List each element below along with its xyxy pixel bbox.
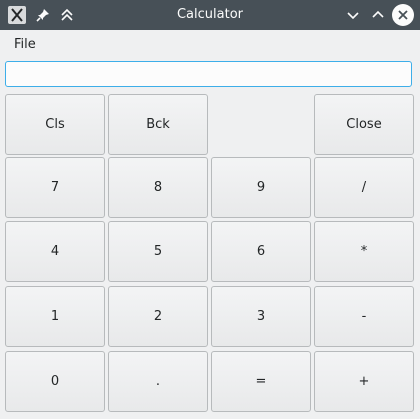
digit-2-button[interactable]: 2 xyxy=(108,286,208,347)
subtract-button[interactable]: - xyxy=(314,286,414,347)
digit-0-button[interactable]: 0 xyxy=(5,351,105,412)
clear-button[interactable]: Cls xyxy=(5,94,105,155)
menu-file[interactable]: File xyxy=(14,37,36,52)
backspace-button[interactable]: Bck xyxy=(108,94,208,155)
minimize-icon[interactable] xyxy=(343,5,363,25)
menu-bar: File xyxy=(0,30,420,58)
digit-1-button[interactable]: 1 xyxy=(5,286,105,347)
multiply-button[interactable]: * xyxy=(314,221,414,282)
add-button[interactable]: + xyxy=(314,351,414,412)
digit-7-button[interactable]: 7 xyxy=(5,157,105,218)
digit-8-button[interactable]: 8 xyxy=(108,157,208,218)
equals-button[interactable]: = xyxy=(211,351,311,412)
divide-button[interactable]: / xyxy=(314,157,414,218)
decimal-button[interactable]: . xyxy=(108,351,208,412)
window-titlebar[interactable]: Calculator xyxy=(0,0,420,30)
close-window-icon[interactable] xyxy=(392,4,414,26)
digit-5-button[interactable]: 5 xyxy=(108,221,208,282)
close-button[interactable]: Close xyxy=(314,94,414,155)
digit-3-button[interactable]: 3 xyxy=(211,286,311,347)
digit-6-button[interactable]: 6 xyxy=(211,221,311,282)
maximize-icon[interactable] xyxy=(368,5,388,25)
display-field[interactable] xyxy=(5,61,412,87)
digit-4-button[interactable]: 4 xyxy=(5,221,105,282)
digit-9-button[interactable]: 9 xyxy=(211,157,311,218)
